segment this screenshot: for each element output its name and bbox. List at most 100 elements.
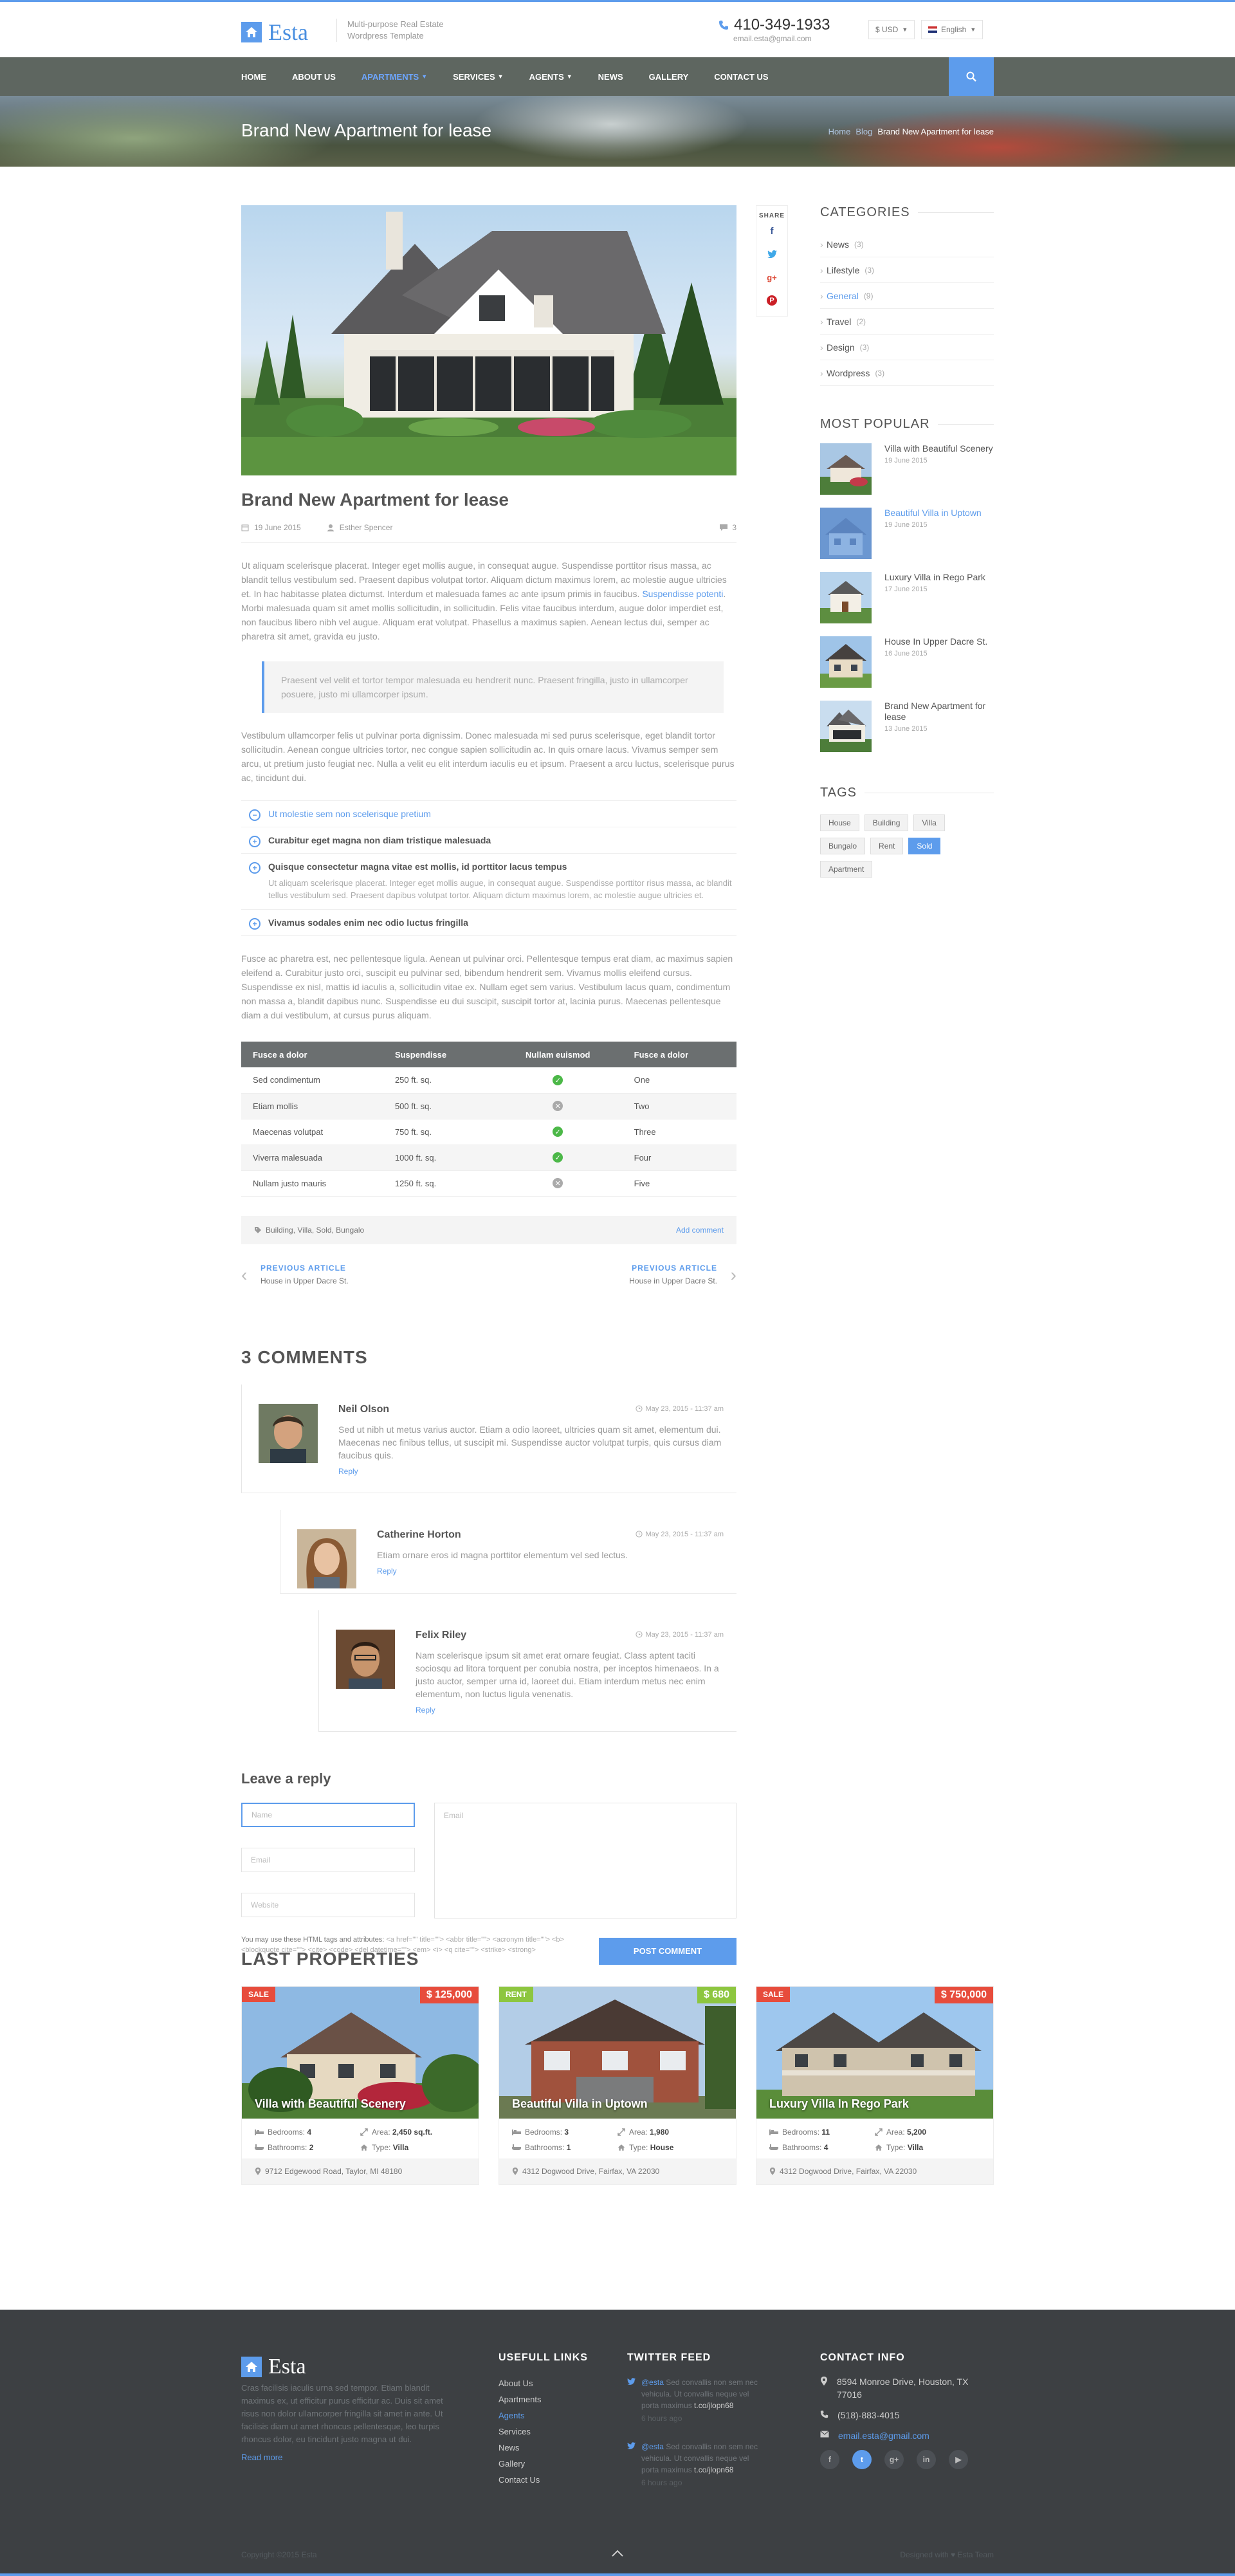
nav-agents[interactable]: AGENTS ▼ xyxy=(529,72,572,82)
footer-link-gallery[interactable]: Gallery xyxy=(499,2456,588,2472)
nav-contact[interactable]: CONTACT US xyxy=(714,72,768,82)
table-cell: 250 ft. sq. xyxy=(383,1067,493,1094)
twitter-icon[interactable] xyxy=(756,243,787,266)
property-image[interactable]: SALE $ 750,000 Luxury Villa In Rego Park xyxy=(756,1987,993,2119)
reply-link[interactable]: Reply xyxy=(377,1567,724,1576)
area-icon xyxy=(875,2128,883,2136)
accordion-item[interactable]: + Quisque consectetur magna vitae est mo… xyxy=(241,854,736,910)
tweet-user[interactable]: @esta xyxy=(641,2378,664,2387)
footer-logo[interactable]: Esta xyxy=(241,2355,306,2379)
tag[interactable]: Bungalo xyxy=(820,838,866,854)
reply-link[interactable]: Reply xyxy=(338,1467,724,1476)
property-address: 9712 Edgewood Road, Taylor, MI 48180 xyxy=(242,2158,479,2184)
tweet-user[interactable]: @esta xyxy=(641,2442,664,2451)
nav-news[interactable]: NEWS xyxy=(598,72,623,82)
tag[interactable]: Villa xyxy=(913,814,945,831)
email-field[interactable]: Email xyxy=(241,1847,415,1872)
category-item[interactable]: News(3) xyxy=(820,232,994,257)
property-card[interactable]: RENT $ 680 Beautiful Villa in Uptown Bedroo… xyxy=(499,1986,736,2185)
back-to-top-button[interactable] xyxy=(611,2546,624,2559)
tag[interactable]: House xyxy=(820,814,859,831)
search-button[interactable] xyxy=(949,57,994,96)
footer-link-services[interactable]: Services xyxy=(499,2424,588,2440)
name-field[interactable]: Name xyxy=(241,1802,415,1827)
nav-services[interactable]: SERVICES ▼ xyxy=(453,72,503,82)
post-author[interactable]: Esther Spencer xyxy=(327,523,392,532)
popular-post[interactable]: Villa with Beautiful Scenery 19 June 2015 xyxy=(820,443,994,496)
popular-post[interactable]: Beautiful Villa in Uptown 19 June 2015 xyxy=(820,508,994,560)
add-comment-link[interactable]: Add comment xyxy=(676,1226,724,1235)
accordion-item[interactable]: + Vivamus sodales enim nec odio luctus f… xyxy=(241,910,736,936)
linkedin-icon[interactable]: in xyxy=(917,2450,936,2469)
header-email[interactable]: email.esta@gmail.com xyxy=(733,34,812,43)
post-tags[interactable]: Building, Villa, Sold, Bungalo xyxy=(266,1226,364,1235)
facebook-icon[interactable]: f xyxy=(820,2450,839,2469)
accordion-item[interactable]: + Curabitur eget magna non diam tristiqu… xyxy=(241,827,736,854)
inline-link[interactable]: Suspendisse potenti xyxy=(642,589,723,599)
website-field[interactable]: Website xyxy=(241,1892,415,1917)
tag[interactable]: Building xyxy=(864,814,909,831)
post-blockquote: Praesent vel velit et tortor tempor male… xyxy=(262,661,724,713)
contact-phone[interactable]: (518)-883-4015 xyxy=(820,2409,987,2422)
pinterest-icon[interactable]: P xyxy=(756,289,787,312)
footer-link-contact[interactable]: Contact Us xyxy=(499,2472,588,2488)
category-item[interactable]: General(9) xyxy=(820,283,994,309)
nav-gallery[interactable]: GALLERY xyxy=(649,72,689,82)
google-plus-icon[interactable]: g+ xyxy=(884,2450,904,2469)
flag-icon xyxy=(928,26,937,33)
next-article-link[interactable]: › PREVIOUS ARTICLE House in Upper Dacre … xyxy=(629,1264,736,1302)
property-image[interactable]: SALE $ 125,000 Villa with Beautiful Scener… xyxy=(242,1987,479,2119)
footer-link-agents[interactable]: Agents xyxy=(499,2407,588,2424)
check-icon: ✓ xyxy=(553,1152,563,1163)
google-plus-icon[interactable]: g+ xyxy=(756,266,787,289)
table-cell: Two xyxy=(622,1093,736,1119)
popular-post-thumb xyxy=(820,636,872,688)
tag[interactable]: Apartment xyxy=(820,861,873,878)
property-title[interactable]: Villa with Beautiful Scenery xyxy=(255,2097,406,2111)
property-image[interactable]: RENT $ 680 Beautiful Villa in Uptown xyxy=(499,1987,736,2119)
tweet-link[interactable]: t.co/jlopn68 xyxy=(694,2465,733,2474)
tag-active[interactable]: Sold xyxy=(908,838,941,854)
post-comments-count[interactable]: 3 xyxy=(719,523,736,532)
footer-link-about[interactable]: About Us xyxy=(499,2375,588,2391)
footer-link-apartments[interactable]: Apartments xyxy=(499,2391,588,2407)
site-footer: Esta Cras facilisis iaculis urna sed tem… xyxy=(0,2310,1235,2576)
nav-home[interactable]: HOME xyxy=(241,72,266,82)
popular-post[interactable]: House In Upper Dacre St. 16 June 2015 xyxy=(820,636,994,689)
currency-select[interactable]: $ USD ▼ xyxy=(868,20,915,39)
table-cell: Five xyxy=(622,1170,736,1197)
popular-post[interactable]: Luxury Villa in Rego Park 17 June 2015 xyxy=(820,572,994,625)
twitter-icon[interactable]: t xyxy=(852,2450,872,2469)
chevron-right-icon: › xyxy=(730,1264,736,1285)
youtube-icon[interactable]: ▶ xyxy=(949,2450,968,2469)
tag[interactable]: Rent xyxy=(870,838,904,854)
category-item[interactable]: Lifestyle(3) xyxy=(820,257,994,283)
reply-link[interactable]: Reply xyxy=(416,1706,724,1715)
popular-post[interactable]: Brand New Apartment for lease 13 June 201… xyxy=(820,701,994,753)
message-field[interactable]: Email xyxy=(434,1802,736,1918)
breadcrumb-blog[interactable]: Blog xyxy=(855,127,872,136)
property-title[interactable]: Beautiful Villa in Uptown xyxy=(512,2097,648,2111)
nav-apartments[interactable]: APARTMENTS ▼ xyxy=(361,72,427,82)
property-type: Type: House xyxy=(618,2143,723,2152)
language-select[interactable]: English ▼ xyxy=(921,20,983,39)
property-title[interactable]: Luxury Villa In Rego Park xyxy=(769,2097,909,2111)
header-phone[interactable]: 410-349-1933 xyxy=(718,16,830,34)
previous-article-link[interactable]: ‹ PREVIOUS ARTICLE House in Upper Dacre … xyxy=(241,1264,349,1302)
category-item[interactable]: Wordpress(3) xyxy=(820,360,994,386)
footer-link-news[interactable]: News xyxy=(499,2440,588,2456)
breadcrumb-home[interactable]: Home xyxy=(828,127,851,136)
read-more-link[interactable]: Read more xyxy=(241,2452,282,2462)
tweet-link[interactable]: t.co/jlopn68 xyxy=(694,2401,733,2410)
nav-about[interactable]: ABOUT US xyxy=(292,72,336,82)
category-item[interactable]: Travel(2) xyxy=(820,309,994,335)
property-card[interactable]: SALE $ 125,000 Villa with Beautiful Scener… xyxy=(241,1986,479,2185)
accordion-item[interactable]: − Ut molestie sem non scelerisque pretiu… xyxy=(241,801,736,827)
property-card[interactable]: SALE $ 750,000 Luxury Villa In Rego Park Be… xyxy=(756,1986,994,2185)
reply-form: Name Email Website Email You may use the… xyxy=(241,1802,736,1970)
facebook-icon[interactable]: f xyxy=(756,219,787,243)
category-item[interactable]: Design(3) xyxy=(820,335,994,360)
contact-email[interactable]: email.esta@gmail.com xyxy=(820,2429,987,2442)
logo[interactable]: Esta xyxy=(241,19,308,46)
property-price: $ 750,000 xyxy=(934,1987,993,2003)
